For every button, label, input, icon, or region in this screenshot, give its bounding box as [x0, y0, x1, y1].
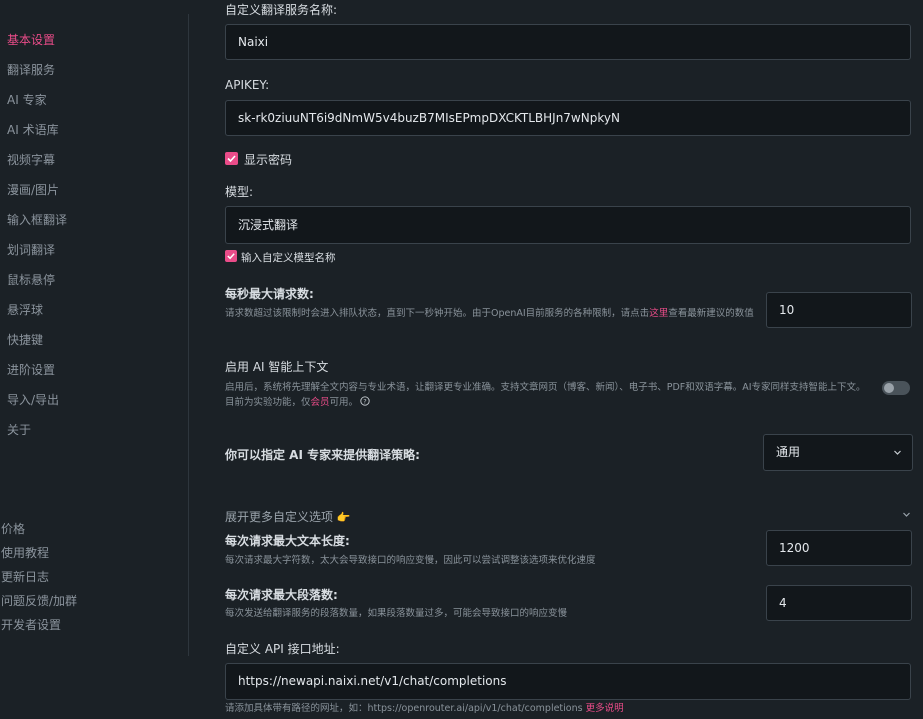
- sidebar-link-changelog[interactable]: 更新日志: [1, 568, 49, 585]
- max-rps-desc-link[interactable]: 这里: [649, 308, 668, 319]
- sidebar-item-floating-ball[interactable]: 悬浮球: [7, 301, 43, 318]
- sidebar-item-basic-settings[interactable]: 基本设置: [7, 31, 55, 48]
- sidebar-item-ai-expert[interactable]: AI 专家: [7, 91, 47, 108]
- svg-text:?: ?: [363, 398, 366, 406]
- sidebar-item-input-translation[interactable]: 输入框翻译: [7, 211, 67, 228]
- sidebar-item-ai-glossary[interactable]: AI 术语库: [7, 121, 59, 138]
- custom-model-checkbox[interactable]: [225, 250, 237, 262]
- max-rps-input[interactable]: 10: [766, 292, 912, 328]
- ai-expert-select[interactable]: 通用: [763, 434, 913, 471]
- max-para-label: 每次请求最大段落数:: [225, 588, 338, 602]
- sidebar: 基本设置 翻译服务 AI 专家 AI 术语库 视频字幕 漫画/图片 输入框翻译 …: [0, 0, 188, 719]
- pointing-hand-icon: 👉: [336, 511, 351, 524]
- max-rps-desc-text: 请求数超过该限制时会进入排队状态，直到下一秒钟开始。由于OpenAI目前服务的各…: [225, 308, 650, 319]
- toggle-knob: [884, 383, 894, 393]
- ai-context-desc-link[interactable]: 会员: [311, 397, 330, 408]
- sidebar-item-about[interactable]: 关于: [7, 421, 31, 438]
- sidebar-item-advanced-settings[interactable]: 进阶设置: [7, 361, 55, 378]
- max-para-input[interactable]: 4: [766, 585, 912, 621]
- sidebar-divider: [188, 14, 189, 656]
- sidebar-item-video-subtitles[interactable]: 视频字幕: [7, 151, 55, 168]
- chevron-down-icon: [894, 450, 901, 455]
- sidebar-item-shortcuts[interactable]: 快捷键: [7, 331, 43, 348]
- max-text-desc: 每次请求最大字符数，太大会导致接口的响应变慢，因此可以尝试调整该选项来优化速度: [225, 555, 596, 566]
- show-password-label: 显示密码: [244, 153, 293, 167]
- sidebar-link-feedback[interactable]: 问题反馈/加群: [1, 592, 77, 609]
- max-rps-desc: 请求数超过该限制时会进入排队状态，直到下一秒钟开始。由于OpenAI目前服务的各…: [225, 306, 758, 321]
- show-password-checkbox[interactable]: [225, 152, 238, 165]
- api-url-hint: 请添加具体带有路径的网址，如：https://openrouter.ai/api…: [225, 701, 911, 716]
- max-rps-desc-text-after: 查看最新建议的数值: [668, 308, 754, 319]
- api-url-label: 自定义 API 接口地址:: [225, 642, 340, 656]
- ai-expert-selected: 通用: [776, 445, 801, 459]
- ai-context-label: 启用 AI 智能上下文: [225, 360, 329, 374]
- question-circle-icon[interactable]: ?: [360, 396, 370, 406]
- max-para-desc: 每次发送给翻译服务的段落数量，如果段落数量过多，可能会导致接口的响应变慢: [225, 608, 568, 619]
- max-text-label: 每次请求最大文本长度:: [225, 534, 350, 548]
- sidebar-link-developer-settings[interactable]: 开发者设置: [1, 616, 61, 633]
- sidebar-item-import-export[interactable]: 导入/导出: [7, 391, 59, 408]
- apikey-input[interactable]: sk-rk0ziuuNT6i9dNmW5v4buzB7MIsEPmpDXCKTL…: [225, 100, 911, 136]
- ai-context-desc-text-after: 可用。: [329, 397, 359, 408]
- sidebar-link-pricing[interactable]: 价格: [1, 520, 25, 537]
- chevron-down-icon[interactable]: [902, 510, 911, 519]
- model-input[interactable]: 沉浸式翻译: [225, 206, 911, 244]
- more-options-label: 展开更多自定义选项: [225, 510, 334, 524]
- ai-context-toggle[interactable]: [882, 381, 910, 395]
- max-rps-label: 每秒最大请求数:: [225, 287, 314, 301]
- check-icon: [227, 253, 235, 260]
- api-url-input[interactable]: https://newapi.naixi.net/v1/chat/complet…: [225, 663, 911, 700]
- sidebar-item-selection-translation[interactable]: 划词翻译: [7, 241, 55, 258]
- settings-form: 自定义翻译服务名称: Naixi APIKEY: sk-rk0ziuuNT6i9…: [225, 0, 913, 719]
- api-url-more-link[interactable]: 更多说明: [586, 703, 624, 714]
- max-text-input[interactable]: 1200: [766, 530, 912, 566]
- apikey-label: APIKEY:: [225, 78, 270, 92]
- sidebar-item-translation-service[interactable]: 翻译服务: [7, 61, 55, 78]
- sidebar-item-manga-images[interactable]: 漫画/图片: [7, 181, 59, 198]
- ai-expert-label: 你可以指定 AI 专家来提供翻译策略:: [225, 448, 420, 462]
- service-name-label: 自定义翻译服务名称:: [225, 3, 338, 17]
- service-name-input[interactable]: Naixi: [225, 24, 911, 60]
- sidebar-item-mouse-hover[interactable]: 鼠标悬停: [7, 271, 55, 288]
- more-options-toggle[interactable]: 展开更多自定义选项 👉: [225, 508, 351, 525]
- custom-model-label: 输入自定义模型名称: [241, 252, 336, 264]
- model-label: 模型:: [225, 185, 254, 199]
- check-icon: [227, 155, 236, 163]
- api-url-hint-text: 请添加具体带有路径的网址，如：https://openrouter.ai/api…: [225, 703, 583, 714]
- ai-context-desc: 启用后，系统将先理解全文内容与专业术语，让翻译更专业准确。支持文章网页（博客、新…: [225, 380, 866, 410]
- sidebar-link-tutorial[interactable]: 使用教程: [1, 544, 49, 561]
